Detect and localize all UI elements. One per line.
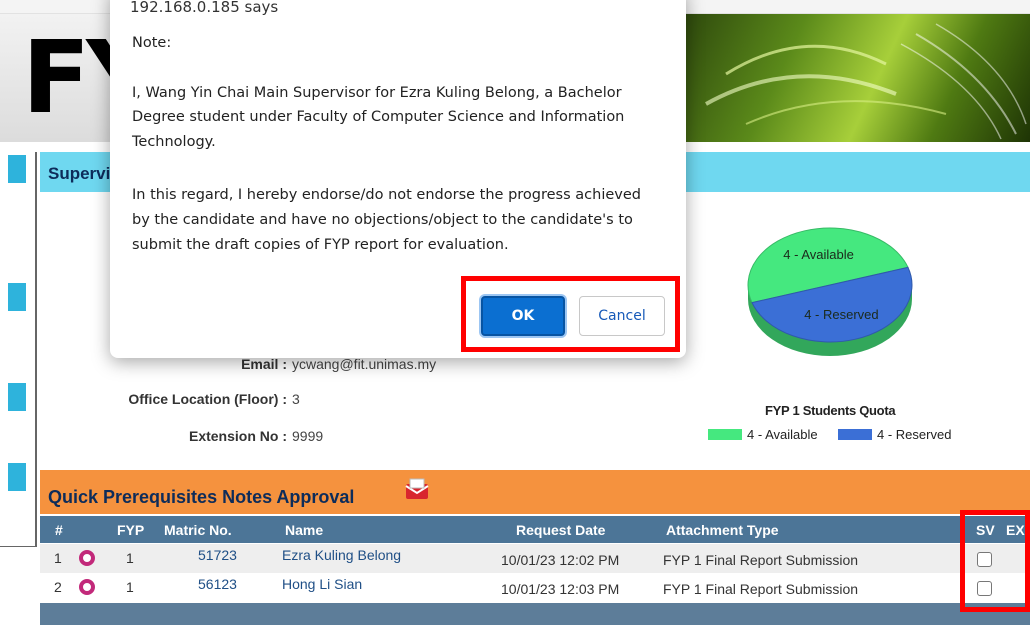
banner-leaf-pattern xyxy=(705,23,1027,140)
legend-available-swatch xyxy=(708,429,742,440)
col-request-date: Request Date xyxy=(516,522,606,538)
row-matric: 56123 xyxy=(198,576,237,592)
pie-slice-label: 4 - Available xyxy=(783,247,854,262)
envelope-icon[interactable] xyxy=(405,478,429,500)
row-matric: 51723 xyxy=(198,547,237,563)
dialog-line: In this regard, I hereby endorse/do not … xyxy=(132,187,641,203)
row-number: 1 xyxy=(54,550,62,566)
side-tab-4[interactable] xyxy=(8,463,26,491)
side-panel-bottom-border xyxy=(0,546,37,547)
quota-pie-chart: 4 - Available 4 - Reserved xyxy=(740,210,940,385)
office-location-label: Office Location (Floor) : xyxy=(128,391,287,407)
col-attachment-type: Attachment Type xyxy=(666,522,779,538)
side-tab-3[interactable] xyxy=(8,383,26,411)
dialog-line: I, Wang Yin Chai Main Supervisor for Ezr… xyxy=(132,85,622,101)
row-name-link[interactable]: Ezra Kuling Belong xyxy=(282,547,401,563)
status-ring-icon[interactable] xyxy=(79,579,95,595)
approval-table-header: # FYP Matric No. Name Request Date Attac… xyxy=(40,516,1030,543)
legend-reserved: 4 - Reserved xyxy=(838,427,951,442)
quick-approval-header: Quick Prerequisites Notes Approval xyxy=(40,470,1030,514)
email-label: Email : xyxy=(241,356,287,372)
col-number: # xyxy=(55,522,63,538)
dialog-line: submit the draft copies of FYP report fo… xyxy=(132,237,509,253)
pie-slice-label: 4 - Reserved xyxy=(804,307,878,322)
row-attachment: FYP 1 Final Report Submission xyxy=(663,552,859,568)
extension-value: 9999 xyxy=(292,428,324,444)
banner-artwork xyxy=(686,14,1030,142)
row-request-date: 10/01/23 12:03 PM xyxy=(501,581,620,597)
status-ring-icon[interactable] xyxy=(79,550,95,566)
quota-pie-svg: 4 - Available 4 - Reserved xyxy=(747,227,913,356)
legend-available: 4 - Available xyxy=(708,427,818,442)
row-number: 2 xyxy=(54,579,62,595)
side-tab-2[interactable] xyxy=(8,283,26,311)
table-row[interactable]: 2 1 56123 Hong Li Sian 10/01/23 12:03 PM… xyxy=(40,573,1030,602)
quick-approval-title: Quick Prerequisites Notes Approval xyxy=(48,487,355,507)
side-panel-border xyxy=(35,152,37,547)
extension-label: Extension No : xyxy=(188,428,287,444)
row-request-date: 10/01/23 12:02 PM xyxy=(501,552,620,568)
table-row[interactable]: 1 1 51723 Ezra Kuling Belong 10/01/23 12… xyxy=(40,544,1030,573)
dialog-origin: 192.168.0.185 says xyxy=(130,0,279,16)
row-attachment: FYP 1 Final Report Submission xyxy=(663,581,859,597)
col-fyp: FYP xyxy=(117,522,145,538)
row-name-link[interactable]: Hong Li Sian xyxy=(282,576,362,592)
email-value: ycwang@fit.unimas.my xyxy=(292,356,437,372)
highlight-sv-column xyxy=(960,510,1030,612)
office-location-value: 3 xyxy=(292,391,300,407)
col-name: Name xyxy=(285,522,324,538)
legend-available-label: 4 - Available xyxy=(747,427,818,442)
dialog-note-label: Note: xyxy=(132,35,172,51)
dialog-line: Degree student under Faculty of Computer… xyxy=(132,109,625,125)
legend-reserved-label: 4 - Reserved xyxy=(877,427,952,442)
dialog-line: by the candidate and have no objections/… xyxy=(132,212,633,228)
row-fyp: 1 xyxy=(126,550,134,566)
quota-chart-title: FYP 1 Students Quota xyxy=(765,403,896,418)
highlight-dialog-buttons xyxy=(461,276,680,352)
approval-table-footer xyxy=(40,603,1030,625)
col-matric: Matric No. xyxy=(164,522,232,538)
row-fyp: 1 xyxy=(126,579,134,595)
side-tab-1[interactable] xyxy=(8,155,26,183)
legend-reserved-swatch xyxy=(838,429,872,440)
dialog-line: Technology. xyxy=(132,134,216,150)
